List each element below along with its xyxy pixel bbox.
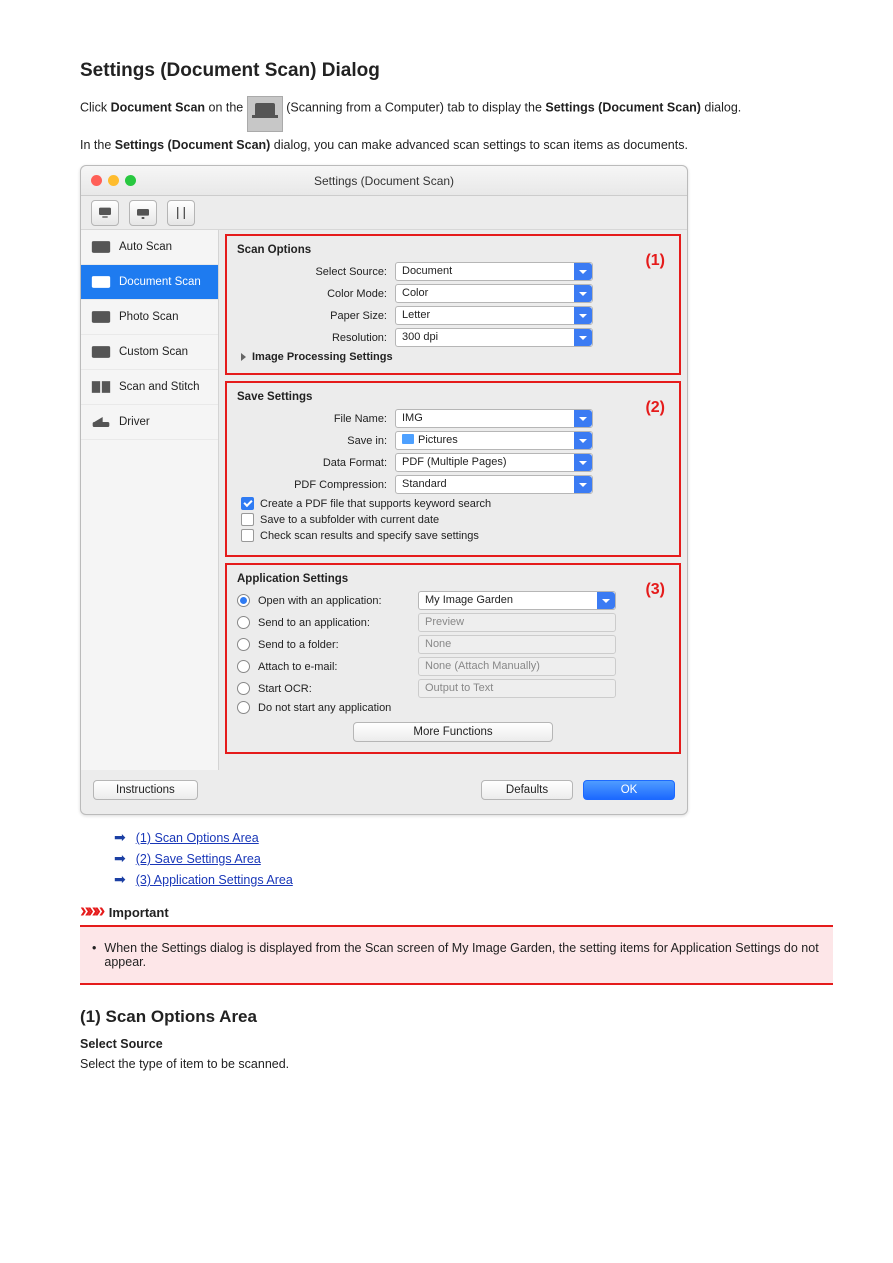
zoom-icon[interactable]: [125, 175, 136, 186]
sidebar-item-auto-scan[interactable]: Auto Scan: [81, 230, 218, 265]
checkbox-icon: [241, 529, 254, 542]
resolution-dropdown[interactable]: 300 dpi: [395, 328, 593, 347]
dataformat-dropdown[interactable]: PDF (Multiple Pages): [395, 453, 593, 472]
description-paragraph: In the Settings (Document Scan) dialog, …: [80, 136, 833, 155]
minimize-icon[interactable]: [108, 175, 119, 186]
no-app-label: Do not start any application: [258, 702, 391, 714]
select-source-dropdown[interactable]: Document: [395, 262, 593, 281]
more-functions-button[interactable]: More Functions: [353, 722, 553, 742]
dataformat-label: Data Format:: [237, 457, 395, 469]
arrow-icon: ➡: [114, 829, 126, 846]
marker-2: (2): [645, 399, 665, 417]
pdfcomp-dropdown[interactable]: Standard: [395, 475, 593, 494]
filename-label: File Name:: [237, 413, 395, 425]
color-mode-dropdown[interactable]: Color: [395, 284, 593, 303]
scan-options-title: Scan Options: [237, 244, 669, 256]
settings-window: Settings (Document Scan) Auto Scan Docum…: [80, 165, 688, 815]
important-chevrons-icon: »»»: [80, 900, 101, 922]
sidebar: Auto Scan Document Scan Photo Scan Custo…: [81, 230, 219, 770]
page-title: Settings (Document Scan) Dialog: [80, 60, 833, 82]
paper-size-label: Paper Size:: [237, 310, 395, 322]
radio-attach-email[interactable]: [237, 660, 250, 673]
tab-scan-from-computer[interactable]: [91, 200, 119, 226]
select-source-label: Select Source:: [237, 266, 395, 278]
intro-paragraph: Click Document Scan on the (Scanning fro…: [80, 90, 833, 126]
send-to-app-label: Send to an application:: [258, 617, 418, 629]
start-ocr-label: Start OCR:: [258, 683, 418, 695]
important-box: When the Settings dialog is displayed fr…: [80, 925, 833, 985]
radio-start-ocr[interactable]: [237, 682, 250, 695]
tab-general-settings[interactable]: [167, 200, 195, 226]
send-to-folder-label: Send to a folder:: [258, 639, 418, 651]
attach-email-label: Attach to e-mail:: [258, 661, 418, 673]
sidebar-item-custom-scan[interactable]: Custom Scan: [81, 335, 218, 370]
image-processing-disclosure[interactable]: Image Processing Settings: [241, 351, 669, 363]
radio-send-to-folder[interactable]: [237, 638, 250, 651]
sidebar-item-document-scan[interactable]: Document Scan: [81, 265, 218, 300]
marker-3: (3): [645, 581, 665, 599]
chk-subfolder-date[interactable]: Save to a subfolder with current date: [241, 513, 669, 526]
checkbox-icon: [241, 513, 254, 526]
instructions-button[interactable]: Instructions: [93, 780, 198, 800]
chk-keyword-search[interactable]: Create a PDF file that supports keyword …: [241, 497, 669, 510]
paper-size-dropdown[interactable]: Letter: [395, 306, 593, 325]
scan-from-computer-icon: [247, 96, 283, 132]
save-settings-title: Save Settings: [237, 391, 669, 403]
resolution-label: Resolution:: [237, 332, 395, 344]
window-title: Settings (Document Scan): [81, 174, 687, 188]
link-application-settings-area[interactable]: (3) Application Settings Area: [136, 873, 293, 887]
app-settings-title: Application Settings: [237, 573, 669, 585]
open-with-app-dropdown[interactable]: My Image Garden: [418, 591, 616, 610]
sidebar-item-driver[interactable]: Driver: [81, 405, 218, 440]
open-with-app-label: Open with an application:: [258, 595, 418, 607]
savein-label: Save in:: [237, 435, 395, 447]
field-select-source: Select Source Select the type of item to…: [80, 1035, 833, 1074]
marker-1: (1): [645, 252, 665, 270]
radio-send-to-app[interactable]: [237, 616, 250, 629]
defaults-button[interactable]: Defaults: [481, 780, 573, 800]
radio-no-app[interactable]: [237, 701, 250, 714]
sidebar-item-scan-and-stitch[interactable]: Scan and Stitch: [81, 370, 218, 405]
link-scan-options-area[interactable]: (1) Scan Options Area: [136, 831, 259, 845]
attach-email-dropdown: None (Attach Manually): [418, 657, 616, 676]
arrow-icon: ➡: [114, 850, 126, 867]
application-settings-section: (3) Application Settings Open with an ap…: [225, 563, 681, 754]
save-settings-section: (2) Save Settings File Name: IMG Save in…: [225, 381, 681, 557]
tab-scan-from-panel[interactable]: [129, 200, 157, 226]
ok-button[interactable]: OK: [583, 780, 675, 800]
send-to-folder-dropdown: None: [418, 635, 616, 654]
close-icon[interactable]: [91, 175, 102, 186]
important-heading: Important: [109, 905, 169, 920]
link-save-settings-area[interactable]: (2) Save Settings Area: [136, 852, 261, 866]
arrow-icon: ➡: [114, 871, 126, 888]
savein-dropdown[interactable]: Pictures: [395, 431, 593, 450]
filename-field[interactable]: IMG: [395, 409, 593, 428]
titlebar: Settings (Document Scan): [81, 166, 687, 196]
disclosure-triangle-icon: [241, 353, 246, 361]
scan-options-section: (1) Scan Options Select Source: Document…: [225, 234, 681, 375]
send-to-app-dropdown: Preview: [418, 613, 616, 632]
pdfcomp-label: PDF Compression:: [237, 479, 395, 491]
color-mode-label: Color Mode:: [237, 288, 395, 300]
folder-icon: [402, 434, 414, 444]
start-ocr-dropdown: Output to Text: [418, 679, 616, 698]
toolbar: [81, 196, 687, 230]
important-text: When the Settings dialog is displayed fr…: [92, 941, 821, 969]
chk-check-results[interactable]: Check scan results and specify save sett…: [241, 529, 669, 542]
sidebar-item-photo-scan[interactable]: Photo Scan: [81, 300, 218, 335]
section-heading-scan-options: (1) Scan Options Area: [80, 1007, 833, 1027]
radio-open-with-app[interactable]: [237, 594, 250, 607]
checkbox-icon: [241, 497, 254, 510]
